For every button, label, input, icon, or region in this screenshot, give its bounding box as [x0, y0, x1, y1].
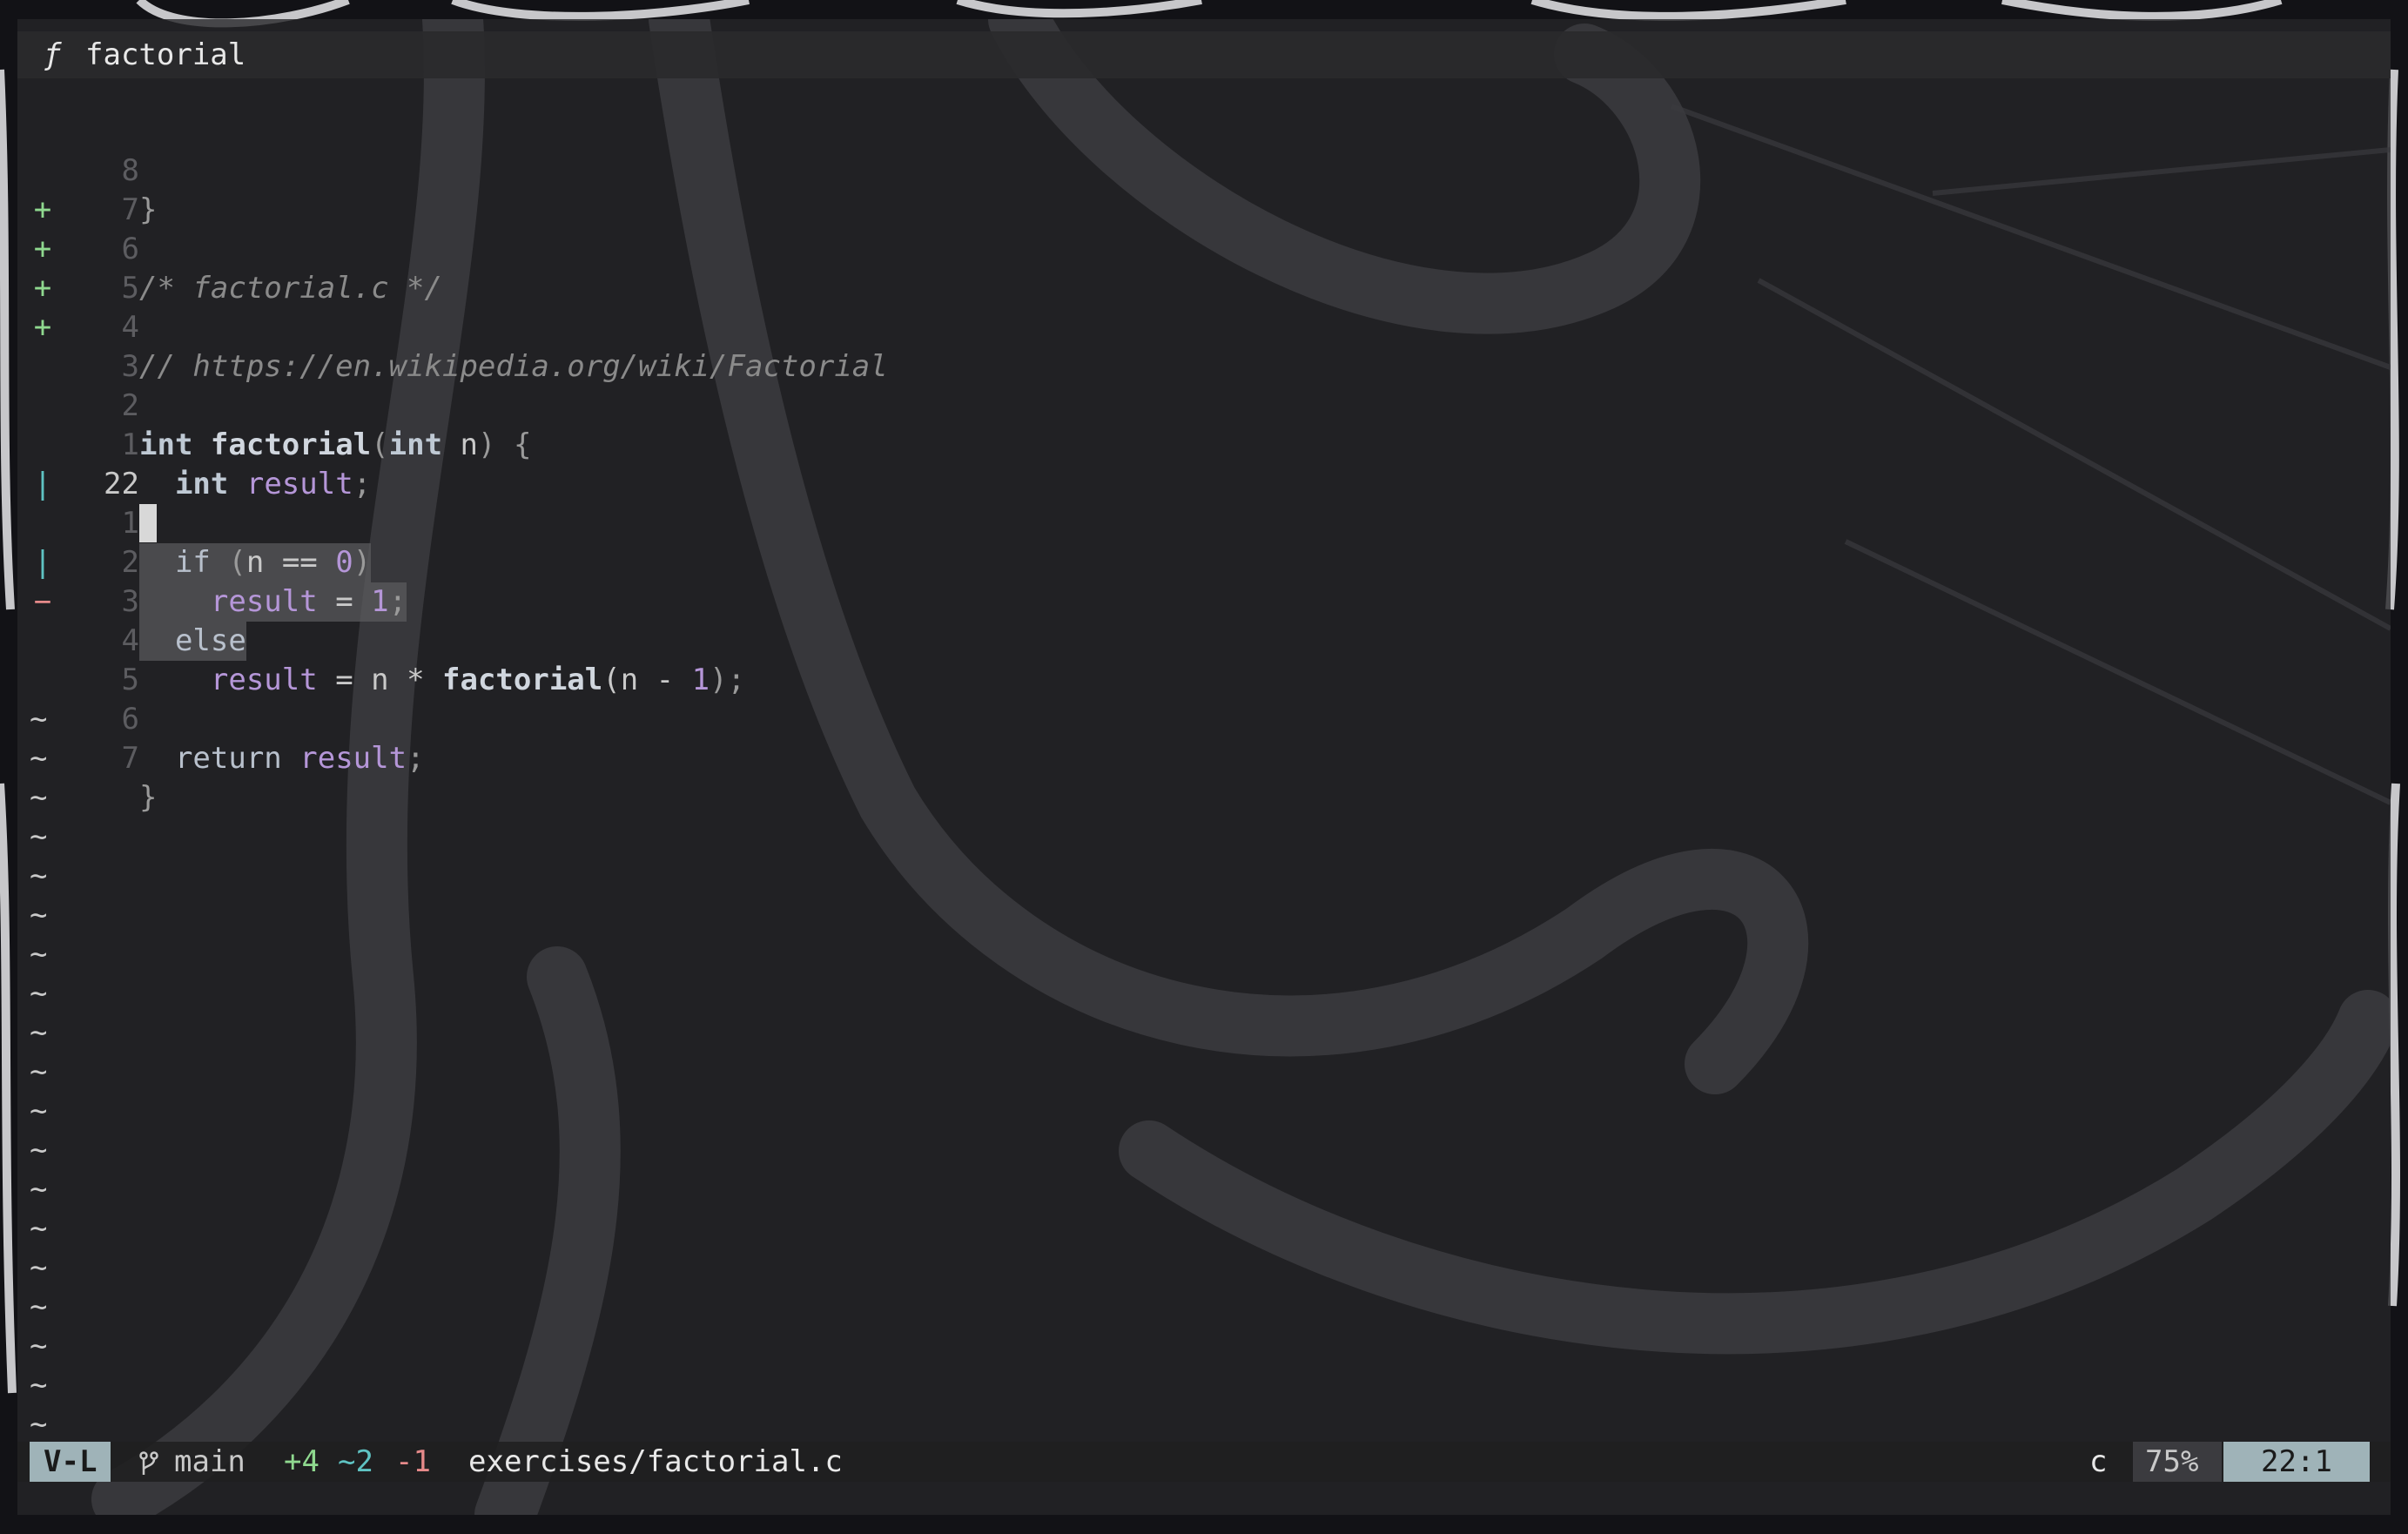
diff-added-count: +4 [284, 1444, 319, 1479]
buffer-line[interactable]: 2 int factorial(int n) { [17, 308, 2391, 462]
tilde-marker: ~ [17, 857, 2391, 896]
tilde-glyph: ~ [30, 898, 48, 932]
tilde-glyph: ~ [30, 1015, 48, 1050]
tilde-glyph: ~ [30, 1054, 48, 1089]
tilde-marker: ~ [17, 1170, 2391, 1209]
tilde-marker: ~ [17, 974, 2391, 1013]
mode-indicator: V-L [30, 1442, 111, 1482]
tilde-glyph: ~ [30, 1211, 48, 1246]
buffer-line[interactable]: 7 [17, 112, 2391, 227]
tilde-glyph: ~ [30, 1407, 48, 1442]
tilde-marker: ~ [17, 896, 2391, 935]
tilde-glyph: ~ [30, 1172, 48, 1207]
diff-changed-count: ~2 [338, 1444, 373, 1479]
tilde-marker: ~ [17, 778, 2391, 817]
winbar: ƒ factorial [17, 31, 2391, 78]
file-type: c [2089, 1444, 2108, 1479]
tilde-marker: ~ [17, 1131, 2391, 1170]
buffer-line[interactable]: 5 [17, 582, 2391, 697]
tilde-marker: ~ [17, 1053, 2391, 1092]
buffer-line[interactable]: + 5 [17, 191, 2391, 306]
tilde-glyph: ~ [30, 741, 48, 776]
buffer-line[interactable]: + 3 [17, 269, 2391, 384]
tilde-glyph: ~ [30, 819, 48, 854]
buffer-line[interactable]: + 6 /* factorial.c */ [17, 151, 2391, 306]
buffer-line[interactable]: 6 return result; [17, 622, 2391, 776]
diff-removed-count: -1 [395, 1444, 431, 1479]
tilde-marker: ~ [17, 739, 2391, 778]
buffer-line-current[interactable]: 22 [17, 387, 2391, 542]
tilde-glyph: ~ [30, 780, 48, 815]
buffer-line[interactable]: + 4 // https://en.wikipedia.org/wiki/Fac… [17, 230, 2391, 384]
scroll-percent: 75% [2133, 1442, 2222, 1482]
tilde-marker: ~ [17, 935, 2391, 974]
cursor-position: 22:1 [2223, 1442, 2370, 1482]
tilde-marker: ~ [17, 817, 2391, 857]
tilde-glyph: ~ [30, 1289, 48, 1324]
tilde-marker: ~ [17, 700, 2391, 739]
terminal-window[interactable]: ƒ factorial 8 } 7 + 6 /* factorial.c */ … [17, 19, 2391, 1515]
git-branch-name[interactable]: main [174, 1442, 246, 1482]
tilde-marker: ~ [17, 1327, 2391, 1366]
git-branch-icon [139, 1442, 158, 1482]
buffer-line[interactable]: 8 } [17, 73, 2391, 227]
tilde-glyph: ~ [30, 937, 48, 972]
tilde-marker: ~ [17, 1288, 2391, 1327]
tilde-marker: ~ [17, 1092, 2391, 1131]
buffer-line-selected[interactable]: | 3 else [17, 504, 2391, 661]
tilde-glyph: ~ [30, 1133, 48, 1167]
buffer-line-selected[interactable]: | 1 if (n == 0) [17, 426, 2391, 582]
tilde-glyph: ~ [30, 976, 48, 1011]
tilde-glyph: ~ [30, 1250, 48, 1285]
tilde-marker: ~ [17, 1013, 2391, 1053]
tilde-glyph: ~ [30, 702, 48, 737]
tilde-marker: ~ [17, 1248, 2391, 1288]
tilde-glyph: ~ [30, 858, 48, 893]
status-line: V-L main +4 ~2 -1 exercises/factorial.c … [17, 1442, 2391, 1482]
tilde-marker: ~ [17, 1209, 2391, 1248]
function-icon: ƒ [44, 37, 62, 72]
buffer-line[interactable]: 1 int result; [17, 347, 2391, 501]
buffer-line-selected[interactable]: 2 result = 1; [17, 465, 2391, 622]
tilde-glyph: ~ [30, 1329, 48, 1363]
tilde-marker: ~ [17, 1366, 2391, 1405]
file-path[interactable]: exercises/factorial.c [468, 1442, 843, 1482]
buffer-line[interactable]: − 4 result = n * factorial(n - 1); [17, 543, 2391, 697]
winbar-symbol[interactable]: factorial [85, 31, 246, 78]
tilde-glyph: ~ [30, 1368, 48, 1403]
tilde-marker: ~ [17, 1405, 2391, 1444]
buffer-line[interactable]: 7 } [17, 661, 2391, 815]
tilde-glyph: ~ [30, 1093, 48, 1128]
